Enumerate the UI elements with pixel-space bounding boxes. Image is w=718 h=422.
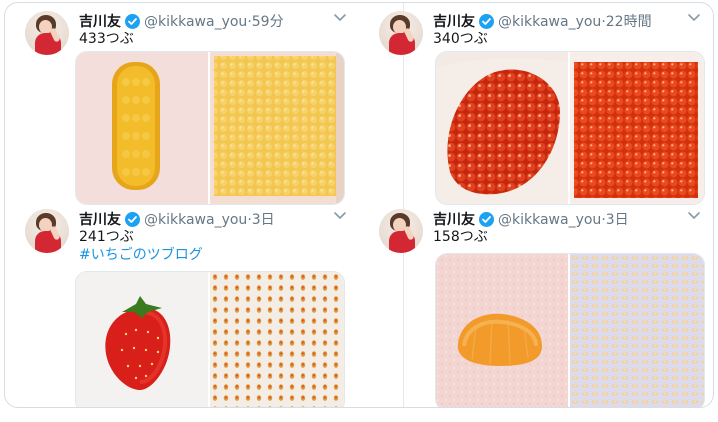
chevron-down-icon[interactable] bbox=[687, 13, 701, 23]
tweet-timestamp[interactable]: 3日 bbox=[606, 212, 629, 228]
avatar[interactable] bbox=[379, 11, 423, 55]
user-handle[interactable]: @kikkawa_you bbox=[498, 212, 601, 228]
avatar[interactable] bbox=[25, 11, 69, 55]
tweet-card[interactable]: 吉川友 @kikkawa_you·3日 158つぶ bbox=[379, 209, 709, 407]
display-name[interactable]: 吉川友 bbox=[79, 14, 121, 30]
photo-strawberry-seeds[interactable] bbox=[210, 272, 344, 407]
media-grid[interactable] bbox=[75, 271, 345, 407]
tweet-header: 吉川友 @kikkawa_you·59分 bbox=[79, 11, 284, 31]
avatar[interactable] bbox=[379, 209, 423, 253]
avatar[interactable] bbox=[25, 209, 69, 253]
tweet-card[interactable]: 吉川友 @kikkawa_you·3日 241つぶ #いちごのツブログ bbox=[25, 209, 355, 407]
display-name[interactable]: 吉川友 bbox=[433, 14, 475, 30]
user-handle[interactable]: @kikkawa_you bbox=[144, 212, 247, 228]
photo-ikura[interactable] bbox=[436, 52, 568, 204]
tweet-card[interactable]: 吉川友 @kikkawa_you·59分 433つぶ bbox=[25, 11, 355, 205]
tweet-text: 340つぶ bbox=[433, 31, 488, 47]
tweet-timestamp[interactable]: 59分 bbox=[252, 14, 284, 30]
tweet-text: 158つぶ bbox=[433, 229, 488, 245]
chevron-down-icon[interactable] bbox=[333, 13, 347, 23]
photo-mandarin-pulp[interactable] bbox=[570, 254, 704, 407]
tweet-timestamp[interactable]: 3日 bbox=[252, 212, 275, 228]
media-grid[interactable] bbox=[435, 51, 705, 205]
chevron-down-icon[interactable] bbox=[333, 211, 347, 221]
tweet-card[interactable]: 吉川友 @kikkawa_you·22時間 340つぶ bbox=[379, 11, 709, 205]
tweet-text: 433つぶ bbox=[79, 31, 134, 47]
photo-ikura-spread[interactable] bbox=[570, 52, 704, 204]
tweet-timestamp[interactable]: 22時間 bbox=[606, 14, 652, 30]
photo-mandarin[interactable] bbox=[436, 254, 568, 407]
tweet-header: 吉川友 @kikkawa_you·22時間 bbox=[433, 11, 652, 31]
display-name[interactable]: 吉川友 bbox=[79, 212, 121, 228]
chevron-down-icon[interactable] bbox=[687, 211, 701, 221]
display-name[interactable]: 吉川友 bbox=[433, 212, 475, 228]
user-handle[interactable]: @kikkawa_you bbox=[498, 14, 601, 30]
photo-strawberry[interactable] bbox=[76, 272, 208, 407]
tweet-header: 吉川友 @kikkawa_you·3日 bbox=[433, 209, 629, 229]
tweet-header: 吉川友 @kikkawa_you·3日 bbox=[79, 209, 275, 229]
photo-corn-kernels[interactable] bbox=[210, 52, 344, 204]
tweet-grid-frame: 吉川友 @kikkawa_you·59分 433つぶ 吉川友 @kikkawa_… bbox=[4, 2, 714, 408]
photo-corn[interactable] bbox=[76, 52, 208, 204]
user-handle[interactable]: @kikkawa_you bbox=[144, 14, 247, 30]
tweet-text: 241つぶ bbox=[79, 229, 134, 245]
verified-badge-icon bbox=[479, 212, 494, 227]
media-grid[interactable] bbox=[75, 51, 345, 205]
verified-badge-icon bbox=[125, 14, 140, 29]
media-grid[interactable] bbox=[435, 253, 705, 407]
hashtag-link[interactable]: #いちごのツブログ bbox=[79, 246, 203, 264]
verified-badge-icon bbox=[125, 212, 140, 227]
verified-badge-icon bbox=[479, 14, 494, 29]
